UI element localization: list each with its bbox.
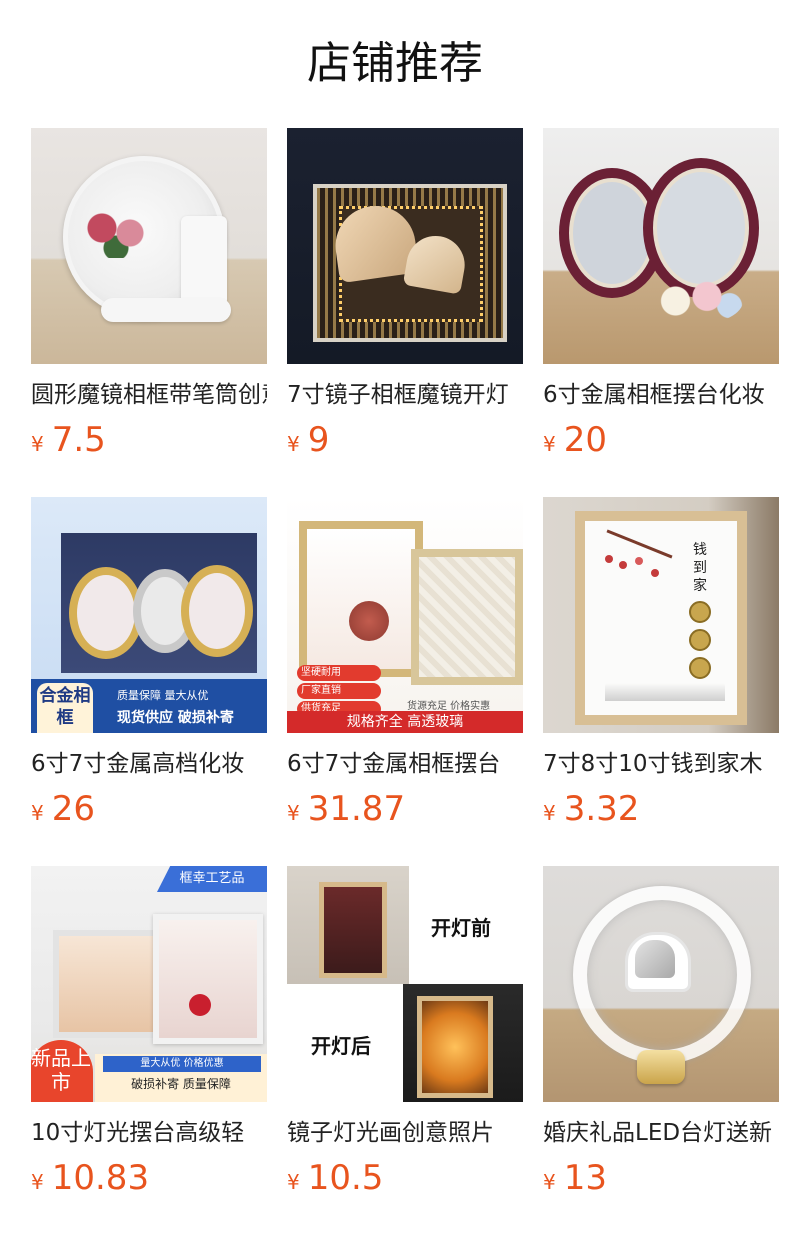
price-value: 7.5 xyxy=(51,420,106,460)
product-card[interactable]: 圆形魔镜相框带笔筒创意摆台 ¥7.5 xyxy=(31,128,267,466)
product-card[interactable]: 开灯前 开灯后 镜子灯光画创意照片 ¥10.5 xyxy=(287,866,523,1204)
product-price: ¥3.32 xyxy=(543,789,779,835)
currency-symbol: ¥ xyxy=(31,432,44,456)
product-price: ¥10.83 xyxy=(31,1158,267,1204)
promo-text: 破损补寄 质量保障 xyxy=(131,1077,231,1091)
promo-band: 规格齐全 高透玻璃 xyxy=(287,711,523,733)
section-title: 店铺推荐 xyxy=(307,38,483,89)
price-value: 31.87 xyxy=(307,789,406,829)
product-image[interactable]: 合金相框 质量保障 量大从优 现货供应 破损补寄 xyxy=(31,497,267,733)
before-label: 开灯前 xyxy=(431,916,491,940)
product-name[interactable]: 6寸7寸金属相框摆台 xyxy=(287,749,523,779)
product-name[interactable]: 7寸镜子相框魔镜开灯 xyxy=(287,380,523,410)
currency-symbol: ¥ xyxy=(287,1170,300,1194)
feature-check: 坚硬耐用 xyxy=(297,665,381,681)
currency-symbol: ¥ xyxy=(287,801,300,825)
product-image[interactable] xyxy=(287,128,523,364)
price-value: 13 xyxy=(563,1158,607,1198)
product-card[interactable]: 钱到家 7寸8寸10寸钱到家木 ¥3.32 xyxy=(543,497,779,835)
product-image[interactable]: 坚硬耐用 厂家直销 供货充足 货源充足 价格实惠 规格齐全 高透玻璃 xyxy=(287,497,523,733)
product-card[interactable]: 合金相框 质量保障 量大从优 现货供应 破损补寄 6寸7寸金属高档化妆 ¥26 xyxy=(31,497,267,835)
currency-symbol: ¥ xyxy=(31,1170,44,1194)
product-image[interactable]: 钱到家 xyxy=(543,497,779,733)
price-value: 10.5 xyxy=(307,1158,384,1198)
product-image[interactable]: 开灯前 开灯后 xyxy=(287,866,523,1102)
product-price: ¥13 xyxy=(543,1158,779,1204)
promo-text: 量大从优 价格优惠 xyxy=(103,1056,261,1072)
currency-symbol: ¥ xyxy=(543,801,556,825)
price-value: 3.32 xyxy=(563,789,640,829)
promo-text: 现货供应 破损补寄 xyxy=(117,710,234,726)
product-price: ¥7.5 xyxy=(31,420,267,466)
product-name[interactable]: 10寸灯光摆台高级轻 xyxy=(31,1118,267,1148)
product-image[interactable] xyxy=(31,128,267,364)
product-card[interactable]: 婚庆礼品LED台灯送新 ¥13 xyxy=(543,866,779,1204)
product-name[interactable]: 6寸金属相框摆台化妆 xyxy=(543,380,779,410)
product-name[interactable]: 6寸7寸金属高档化妆 xyxy=(31,749,267,779)
price-value: 10.83 xyxy=(51,1158,150,1198)
currency-symbol: ¥ xyxy=(31,801,44,825)
price-value: 26 xyxy=(51,789,95,829)
price-value: 9 xyxy=(307,420,330,460)
product-card[interactable]: 6寸金属相框摆台化妆 ¥20 xyxy=(543,128,779,466)
new-badge: 新品上市 xyxy=(31,1040,93,1102)
calligraphy-text: 钱到家 xyxy=(693,542,707,594)
product-image[interactable]: 框幸工艺品 量大从优 价格优惠 破损补寄 质量保障 新品上市 xyxy=(31,866,267,1102)
promo-badge: 合金相框 xyxy=(37,683,93,733)
product-card[interactable]: 坚硬耐用 厂家直销 供货充足 货源充足 价格实惠 规格齐全 高透玻璃 6寸7寸金… xyxy=(287,497,523,835)
shop-tag: 框幸工艺品 xyxy=(157,866,267,892)
product-card[interactable]: 7寸镜子相框魔镜开灯 ¥9 xyxy=(287,128,523,466)
after-label: 开灯后 xyxy=(311,1034,371,1058)
product-card[interactable]: 框幸工艺品 量大从优 价格优惠 破损补寄 质量保障 新品上市 10寸灯光摆台高级… xyxy=(31,866,267,1204)
price-value: 20 xyxy=(563,420,607,460)
product-name[interactable]: 婚庆礼品LED台灯送新 xyxy=(543,1118,779,1148)
product-price: ¥9 xyxy=(287,420,523,466)
feature-check: 厂家直销 xyxy=(297,683,381,699)
product-name[interactable]: 7寸8寸10寸钱到家木 xyxy=(543,749,779,779)
promo-text: 质量保障 量大从优 xyxy=(117,689,209,702)
product-name[interactable]: 镜子灯光画创意照片 xyxy=(287,1118,523,1148)
product-price: ¥26 xyxy=(31,789,267,835)
currency-symbol: ¥ xyxy=(287,432,300,456)
currency-symbol: ¥ xyxy=(543,1170,556,1194)
product-price: ¥31.87 xyxy=(287,789,523,835)
currency-symbol: ¥ xyxy=(543,432,556,456)
product-image[interactable] xyxy=(543,128,779,364)
product-price: ¥10.5 xyxy=(287,1158,523,1204)
product-image[interactable] xyxy=(543,866,779,1102)
product-price: ¥20 xyxy=(543,420,779,466)
product-name[interactable]: 圆形魔镜相框带笔筒创意摆台 xyxy=(31,380,267,410)
promo-text: 货源充足 价格实惠 xyxy=(407,701,491,712)
